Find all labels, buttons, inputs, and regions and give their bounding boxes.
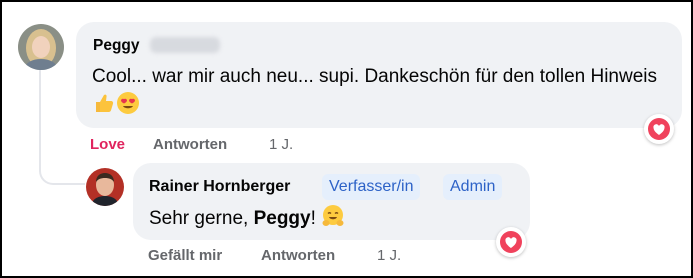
thumbs-up-emoji xyxy=(92,91,116,124)
reply-link[interactable]: Antworten xyxy=(261,247,335,264)
reply-link[interactable]: Antworten xyxy=(153,136,227,153)
comment-text-end: ! xyxy=(310,208,316,229)
comment-timestamp[interactable]: 1 J. xyxy=(377,247,401,264)
comment-text-start: Sehr gerne, xyxy=(149,208,254,229)
hugging-face-emoji xyxy=(321,204,345,237)
smiling-face-with-heart-eyes-emoji xyxy=(116,91,140,124)
love-reaction-link[interactable]: Love xyxy=(90,136,125,153)
reaction-badge[interactable] xyxy=(644,114,674,144)
comment-text: Cool... war mir auch neu... supi. Dankes… xyxy=(92,62,667,124)
heart-icon xyxy=(648,118,670,140)
admin-badge: Admin xyxy=(443,174,503,200)
reaction-badge[interactable] xyxy=(496,227,526,257)
comment-author[interactable]: Peggy xyxy=(93,37,140,55)
comment-timestamp[interactable]: 1 J. xyxy=(269,136,293,153)
mention-link[interactable]: Peggy xyxy=(254,208,311,229)
avatar[interactable] xyxy=(86,168,124,206)
author-badge: Verfasser/in xyxy=(322,174,421,200)
comment-author[interactable]: Rainer Hornberger xyxy=(149,178,290,196)
comment-thread: Peggy Cool... war mir auch neu... supi. … xyxy=(2,2,691,276)
comment-bubble: Peggy Cool... war mir auch neu... supi. … xyxy=(76,22,682,128)
comment-text-body: Cool... war mir auch neu... supi. Dankes… xyxy=(92,66,657,87)
heart-icon xyxy=(500,231,522,253)
comment-bubble: Rainer Hornberger Verfasser/in Admin Seh… xyxy=(133,163,530,240)
like-link[interactable]: Gefällt mir xyxy=(148,247,222,264)
comment-text: Sehr gerne, Peggy! xyxy=(149,204,345,237)
blurred-surname xyxy=(150,37,220,53)
avatar[interactable] xyxy=(18,24,64,70)
